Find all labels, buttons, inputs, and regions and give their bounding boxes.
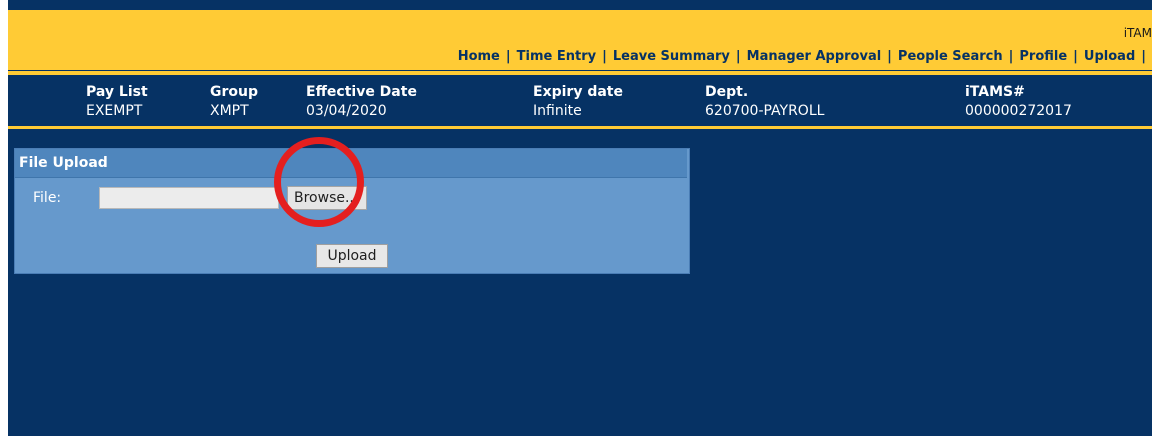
employee-info-bar: Pay List EXEMPT Group XMPT Effective Dat… — [8, 76, 1152, 124]
brand-logo-text: iTAM — [1123, 26, 1152, 40]
page-background: iTAM Home | Time Entry | Leave Summary | Manag… — [8, 0, 1152, 436]
pay-list-column: Pay List EXEMPT — [86, 83, 148, 121]
file-path-input[interactable] — [99, 187, 279, 209]
expiry-date-value: Infinite — [533, 103, 582, 119]
itams-column: iTAMS# 000000272017 — [965, 83, 1072, 121]
nav-separator: | — [602, 49, 607, 64]
dept-value: 620700-PAYROLL — [705, 103, 825, 119]
main-nav: Home | Time Entry | Leave Summary | Manager Ap… — [458, 49, 1152, 64]
pay-list-label: Pay List — [86, 84, 148, 100]
expiry-date-column: Expiry date Infinite — [533, 83, 623, 121]
nav-manager-approval[interactable]: Manager Approval — [747, 49, 882, 64]
nav-separator: | — [887, 49, 892, 64]
info-divider — [8, 126, 1152, 129]
nav-trailing-separator: | — [1141, 49, 1146, 64]
nav-leave-summary[interactable]: Leave Summary — [613, 49, 730, 64]
dept-label: Dept. — [705, 84, 749, 100]
effective-date-label: Effective Date — [306, 84, 417, 100]
browse-highlight-circle — [274, 137, 364, 227]
header-divider — [8, 71, 1152, 75]
nav-home[interactable]: Home — [458, 49, 500, 64]
nav-people-search[interactable]: People Search — [898, 49, 1003, 64]
file-label: File: — [33, 190, 62, 206]
group-column: Group XMPT — [210, 83, 258, 121]
header-bar: iTAM Home | Time Entry | Leave Summary | Manag… — [8, 10, 1152, 70]
nav-profile[interactable]: Profile — [1019, 49, 1067, 64]
dept-column: Dept. 620700-PAYROLL — [705, 83, 824, 121]
nav-time-entry[interactable]: Time Entry — [517, 49, 596, 64]
upload-button[interactable]: Upload — [316, 244, 388, 268]
effective-date-column: Effective Date 03/04/2020 — [306, 83, 417, 121]
pay-list-value: EXEMPT — [86, 103, 143, 119]
expiry-date-label: Expiry date — [533, 84, 623, 100]
itams-label: iTAMS# — [965, 84, 1025, 100]
nav-separator: | — [505, 49, 511, 64]
itams-value: 000000272017 — [965, 103, 1072, 119]
group-label: Group — [210, 84, 259, 100]
group-value: XMPT — [210, 103, 249, 119]
nav-upload[interactable]: Upload — [1084, 49, 1135, 64]
effective-date-value: 03/04/2020 — [306, 103, 387, 119]
nav-separator: | — [1073, 49, 1078, 64]
nav-separator: | — [735, 49, 741, 64]
nav-separator: | — [1008, 49, 1014, 64]
